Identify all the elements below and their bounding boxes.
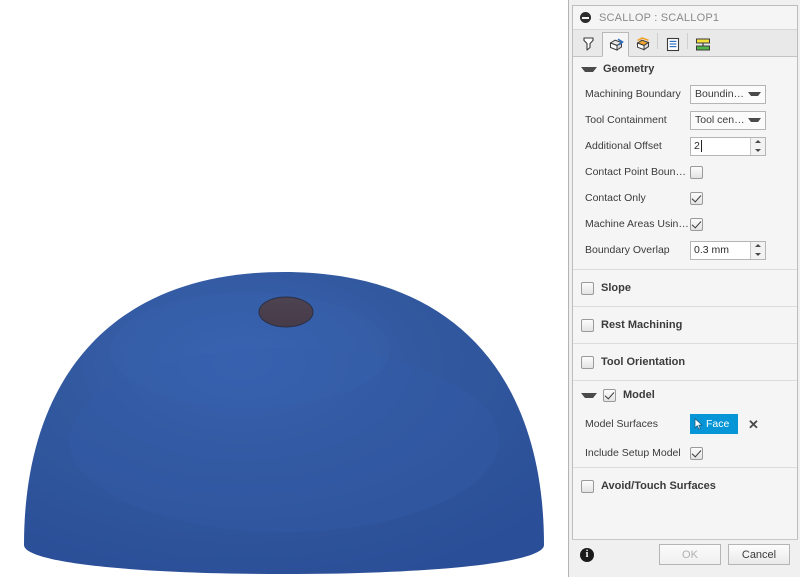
boundary-overlap-label: Boundary Overlap <box>585 244 670 256</box>
panel-header: SCALLOP : SCALLOP1 <box>573 6 797 30</box>
rest-machining-checkbox[interactable] <box>581 318 594 332</box>
contact-only-label: Contact Only <box>585 192 646 204</box>
tab-strip <box>573 30 797 57</box>
include-setup-model-checkbox[interactable] <box>690 446 703 460</box>
tab-separator-2 <box>687 33 688 49</box>
caret-down-icon <box>581 66 597 72</box>
model-surfaces-label: Model Surfaces <box>585 418 658 430</box>
stepper-up-icon[interactable] <box>751 242 765 251</box>
tool-icon <box>583 37 594 51</box>
collapse-circle-icon[interactable] <box>580 12 591 23</box>
clear-selection-icon[interactable]: ✕ <box>748 418 759 431</box>
boundary-overlap-spin-buttons <box>750 241 765 259</box>
section-model-header[interactable]: Model <box>573 381 797 409</box>
section-slope-label: Slope <box>601 282 631 294</box>
stepper-up-icon[interactable] <box>751 138 765 147</box>
section-model-label: Model <box>623 389 655 401</box>
boundary-overlap-value: 0.3 mm <box>694 244 730 256</box>
section-geometry-label: Geometry <box>603 63 655 75</box>
contact-point-boundary-checkbox[interactable] <box>690 165 703 179</box>
section-rest-machining: Rest Machining <box>573 307 797 344</box>
tab-separator <box>657 33 658 49</box>
tab-geometry[interactable] <box>602 32 629 57</box>
stepper-down-icon[interactable] <box>751 146 765 155</box>
section-avoid-touch-surfaces: Avoid/Touch Surfaces <box>573 468 797 504</box>
linking-icon <box>695 38 710 50</box>
section-slope: Slope <box>573 270 797 307</box>
ok-button[interactable]: OK <box>659 544 721 565</box>
boundary-overlap-input[interactable]: 0.3 mm <box>691 241 750 259</box>
additional-offset-spin-buttons <box>750 137 765 155</box>
include-setup-model-label: Include Setup Model <box>585 447 681 459</box>
section-model: Model Model Surfaces Face ✕ Include Setu… <box>573 381 797 468</box>
additional-offset-value: 2 <box>694 140 700 152</box>
dome-geometry-svg <box>24 272 544 574</box>
slope-checkbox[interactable] <box>581 281 594 295</box>
additional-offset-input[interactable]: 2 <box>691 137 750 155</box>
section-slope-header[interactable]: Slope <box>573 270 797 306</box>
tool-orientation-checkbox[interactable] <box>581 355 594 369</box>
contact-only-checkbox[interactable] <box>690 191 703 205</box>
model-checkbox[interactable] <box>603 388 616 402</box>
face-button-label: Face <box>706 418 730 430</box>
caret-down-icon <box>581 392 597 398</box>
machining-boundary-label: Machining Boundary <box>585 88 681 100</box>
machining-boundary-dropdown[interactable]: Bounding box <box>690 84 766 104</box>
additional-offset-label: Additional Offset <box>585 140 662 152</box>
model-surfaces-face-button[interactable]: Face <box>690 414 738 434</box>
tool-containment-value: Tool center c... <box>695 114 745 126</box>
geometry-cube-icon <box>608 38 624 51</box>
heights-cube-icon <box>635 37 650 51</box>
settings-content: Geometry Machining Boundary Bounding box <box>573 57 797 540</box>
tab-tool[interactable] <box>575 31 602 56</box>
tab-linking[interactable] <box>689 31 716 56</box>
cancel-button[interactable]: Cancel <box>728 544 790 565</box>
section-tool-orientation: Tool Orientation <box>573 344 797 381</box>
boundary-overlap-stepper[interactable]: 0.3 mm <box>690 240 766 260</box>
row-contact-point-boundary: Contact Point Boundi... <box>573 159 797 185</box>
3d-viewport[interactable] <box>0 0 568 577</box>
panel-title: SCALLOP : SCALLOP1 <box>599 11 720 24</box>
additional-offset-stepper[interactable]: 2 <box>690 136 766 156</box>
section-tool-orientation-label: Tool Orientation <box>601 356 686 368</box>
stepper-down-icon[interactable] <box>751 250 765 259</box>
dialog-footer: i OK Cancel <box>572 539 798 569</box>
avoid-touch-checkbox[interactable] <box>581 479 594 493</box>
fusion-cam-scallop-window: SCALLOP : SCALLOP1 Geometry Machining Bo… <box>0 0 800 577</box>
section-geometry: Geometry Machining Boundary Bounding box <box>573 57 797 270</box>
cursor-arrow-icon <box>694 418 703 430</box>
section-tool-orientation-header[interactable]: Tool Orientation <box>573 344 797 380</box>
section-avoid-touch-header[interactable]: Avoid/Touch Surfaces <box>573 468 797 504</box>
tab-passes[interactable] <box>659 31 686 56</box>
row-machine-areas-using: Machine Areas Using... <box>573 211 797 237</box>
text-caret <box>700 140 702 152</box>
dome-highlight-upper <box>110 292 390 408</box>
chevron-down-icon <box>748 92 761 96</box>
row-boundary-overlap: Boundary Overlap 0.3 mm <box>573 237 797 263</box>
tool-containment-dropdown[interactable]: Tool center c... <box>690 110 766 130</box>
section-rest-machining-label: Rest Machining <box>601 319 683 331</box>
machine-areas-using-checkbox[interactable] <box>690 217 703 231</box>
row-machining-boundary: Machining Boundary Bounding box <box>573 81 797 107</box>
panel-inner: SCALLOP : SCALLOP1 Geometry Machining Bo… <box>572 5 798 541</box>
tool-containment-label: Tool Containment <box>585 114 667 126</box>
section-geometry-header[interactable]: Geometry <box>573 57 797 81</box>
row-additional-offset: Additional Offset 2 <box>573 133 797 159</box>
row-include-setup-model: Include Setup Model <box>573 439 797 467</box>
section-rest-machining-header[interactable]: Rest Machining <box>573 307 797 343</box>
passes-list-icon <box>666 37 679 51</box>
top-flat-face[interactable] <box>258 296 314 328</box>
machine-areas-using-label: Machine Areas Using... <box>585 218 690 230</box>
row-tool-containment: Tool Containment Tool center c... <box>573 107 797 133</box>
info-icon[interactable]: i <box>580 547 594 562</box>
dome-model[interactable] <box>0 0 568 577</box>
row-model-surfaces: Model Surfaces Face ✕ <box>573 409 797 439</box>
section-avoid-touch-label: Avoid/Touch Surfaces <box>601 480 716 492</box>
scallop-settings-panel: SCALLOP : SCALLOP1 Geometry Machining Bo… <box>568 0 800 577</box>
chevron-down-icon <box>748 118 761 122</box>
tab-heights[interactable] <box>629 31 656 56</box>
contact-point-boundary-label: Contact Point Boundi... <box>585 166 690 178</box>
row-contact-only: Contact Only <box>573 185 797 211</box>
machining-boundary-value: Bounding box <box>695 88 745 100</box>
